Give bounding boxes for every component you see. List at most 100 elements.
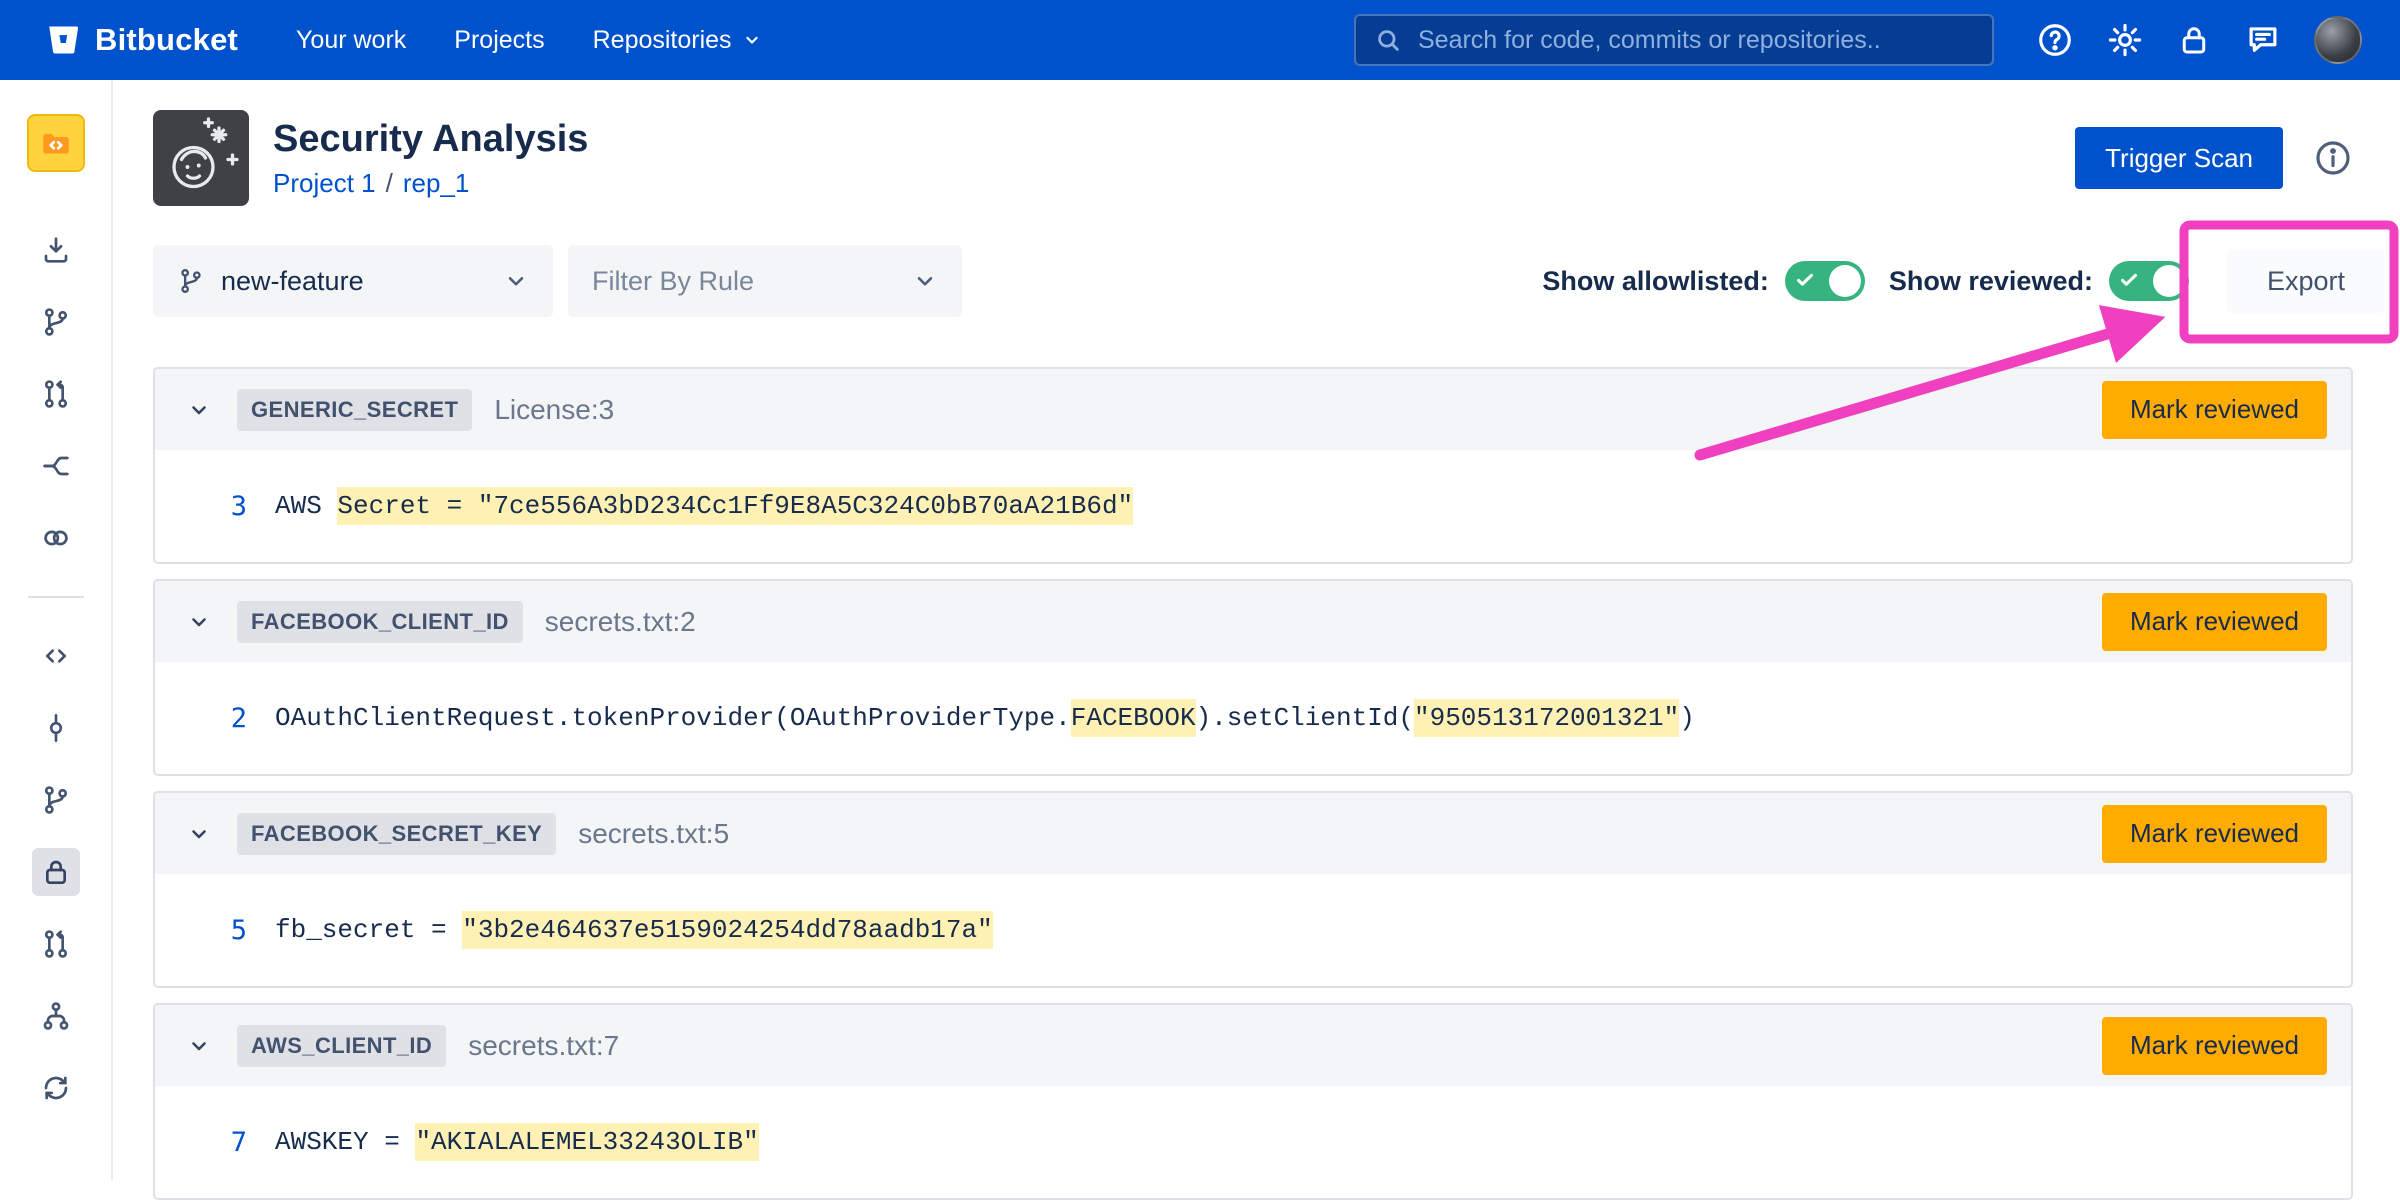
pull-requests-icon[interactable] <box>32 370 80 418</box>
secret-highlight: "AKIALALEMEL33243OLIB" <box>415 1123 758 1161</box>
finding-card: FACEBOOK_CLIENT_ID secrets.txt:2 Mark re… <box>153 579 2353 776</box>
code-text: fb_secret = <box>275 915 462 945</box>
branch-selector-dropdown[interactable]: new-feature <box>153 245 553 317</box>
code-line: fb_secret = "3b2e464637e5159024254dd78aa… <box>275 915 993 945</box>
deployments-icon[interactable] <box>32 514 80 562</box>
search-input[interactable] <box>1416 25 1974 56</box>
chevron-down-icon[interactable] <box>187 1034 211 1058</box>
project-avatar <box>153 110 249 206</box>
repository-sidebar <box>0 80 113 1180</box>
branch-icon <box>177 267 205 295</box>
rule-filter-dropdown[interactable]: Filter By Rule <box>568 245 962 317</box>
finding-code-row: 2 OAuthClientRequest.tokenProvider(OAuth… <box>155 662 2351 774</box>
check-icon <box>1794 269 1816 291</box>
show-reviewed-label: Show reviewed: <box>1889 266 2093 297</box>
page-header: Security Analysis Project 1 / rep_1 Trig… <box>153 110 2353 206</box>
chevron-down-icon <box>503 268 529 294</box>
code-text: OAuthClientRequest.tokenProvider(OAuthPr… <box>275 703 1071 733</box>
show-allowlisted-toggle[interactable] <box>1785 261 1865 301</box>
toggle-knob <box>1829 265 1861 297</box>
commits-icon[interactable] <box>32 704 80 752</box>
finding-card: AWS_CLIENT_ID secrets.txt:7 Mark reviewe… <box>153 1003 2353 1200</box>
nav-projects[interactable]: Projects <box>454 26 544 55</box>
toggle-knob <box>2153 265 2185 297</box>
show-allowlisted-label: Show allowlisted: <box>1542 266 1769 297</box>
code-text: ).setClientId( <box>1196 703 1414 733</box>
source-icon[interactable] <box>32 632 80 680</box>
code-text: AWSKEY = <box>275 1127 415 1157</box>
breadcrumb-project-link[interactable]: Project 1 <box>273 168 376 199</box>
code-line: AWSKEY = "AKIALALEMEL33243OLIB" <box>275 1127 759 1157</box>
pipelines-icon[interactable] <box>32 442 80 490</box>
branches-icon[interactable] <box>32 776 80 824</box>
user-avatar[interactable] <box>2314 16 2362 64</box>
main-content: Security Analysis Project 1 / rep_1 Trig… <box>113 80 2400 1180</box>
pull-requests-icon[interactable] <box>32 920 80 968</box>
secret-highlight: FACEBOOK <box>1071 699 1196 737</box>
repository-avatar-icon[interactable] <box>27 114 85 172</box>
bitbucket-bucket-icon <box>44 21 82 59</box>
forks-icon[interactable] <box>32 992 80 1040</box>
primary-nav: Your work Projects Repositories <box>296 26 762 55</box>
filter-toolbar: new-feature Filter By Rule Show allowlis… <box>153 245 2353 317</box>
finding-location: secrets.txt:2 <box>545 606 696 638</box>
security-icon[interactable] <box>32 848 80 896</box>
breadcrumb-repo-link[interactable]: rep_1 <box>403 168 470 199</box>
breadcrumb-separator: / <box>386 168 393 199</box>
lock-icon[interactable] <box>2176 22 2212 58</box>
finding-code-row: 5 fb_secret = "3b2e464637e5159024254dd78… <box>155 874 2351 986</box>
rule-badge: AWS_CLIENT_ID <box>237 1025 446 1067</box>
mark-reviewed-button[interactable]: Mark reviewed <box>2102 593 2327 651</box>
chevron-down-icon[interactable] <box>187 822 211 846</box>
nav-repositories[interactable]: Repositories <box>593 26 762 55</box>
finding-header[interactable]: FACEBOOK_CLIENT_ID secrets.txt:2 Mark re… <box>155 581 2351 662</box>
finding-header[interactable]: FACEBOOK_SECRET_KEY secrets.txt:5 Mark r… <box>155 793 2351 874</box>
chevron-down-icon[interactable] <box>187 610 211 634</box>
nav-repositories-label: Repositories <box>593 26 732 55</box>
export-button[interactable]: Export <box>2227 249 2385 313</box>
mark-reviewed-button[interactable]: Mark reviewed <box>2102 381 2327 439</box>
branches-icon[interactable] <box>32 298 80 346</box>
code-line: OAuthClientRequest.tokenProvider(OAuthPr… <box>275 703 1695 733</box>
sync-icon[interactable] <box>32 1064 80 1112</box>
trigger-scan-button[interactable]: Trigger Scan <box>2075 127 2283 189</box>
search-icon <box>1374 26 1402 54</box>
global-search[interactable] <box>1354 14 1994 66</box>
nav-your-work-label: Your work <box>296 26 406 55</box>
finding-header[interactable]: GENERIC_SECRET License:3 Mark reviewed <box>155 369 2351 450</box>
secret-highlight: "950513172001321" <box>1414 699 1679 737</box>
findings-list: GENERIC_SECRET License:3 Mark reviewed 3… <box>153 367 2353 1200</box>
chevron-down-icon[interactable] <box>187 398 211 422</box>
finding-location: License:3 <box>494 394 614 426</box>
info-icon[interactable] <box>2313 138 2353 178</box>
settings-gear-icon[interactable] <box>2106 21 2144 59</box>
finding-header[interactable]: AWS_CLIENT_ID secrets.txt:7 Mark reviewe… <box>155 1005 2351 1086</box>
line-number: 5 <box>211 915 247 946</box>
secret-highlight: "3b2e464637e5159024254dd78aadb17a" <box>462 911 993 949</box>
finding-code-row: 7 AWSKEY = "AKIALALEMEL33243OLIB" <box>155 1086 2351 1198</box>
rule-badge: FACEBOOK_SECRET_KEY <box>237 813 556 855</box>
code-text: AWS <box>275 491 337 521</box>
rule-badge: GENERIC_SECRET <box>237 389 472 431</box>
rule-filter-placeholder: Filter By Rule <box>592 266 754 297</box>
line-number: 7 <box>211 1127 247 1158</box>
nav-projects-label: Projects <box>454 26 544 55</box>
help-icon[interactable] <box>2036 21 2074 59</box>
top-icon-group <box>2036 16 2362 64</box>
nav-your-work[interactable]: Your work <box>296 26 406 55</box>
sidebar-group-top <box>32 226 80 586</box>
page-title: Security Analysis <box>273 117 588 163</box>
bitbucket-logo[interactable]: Bitbucket <box>44 21 238 59</box>
finding-code-row: 3 AWS Secret = "7ce556A3bD234Cc1Ff9E8A5C… <box>155 450 2351 562</box>
clone-icon[interactable] <box>32 226 80 274</box>
chevron-down-icon <box>742 30 762 50</box>
feedback-icon[interactable] <box>2244 21 2282 59</box>
title-block: Security Analysis Project 1 / rep_1 <box>273 117 588 199</box>
mark-reviewed-button[interactable]: Mark reviewed <box>2102 805 2327 863</box>
finding-card: FACEBOOK_SECRET_KEY secrets.txt:5 Mark r… <box>153 791 2353 988</box>
chevron-down-icon <box>912 268 938 294</box>
line-number: 2 <box>211 703 247 734</box>
mark-reviewed-button[interactable]: Mark reviewed <box>2102 1017 2327 1075</box>
show-reviewed-toggle[interactable] <box>2109 261 2189 301</box>
finding-location: secrets.txt:5 <box>578 818 729 850</box>
